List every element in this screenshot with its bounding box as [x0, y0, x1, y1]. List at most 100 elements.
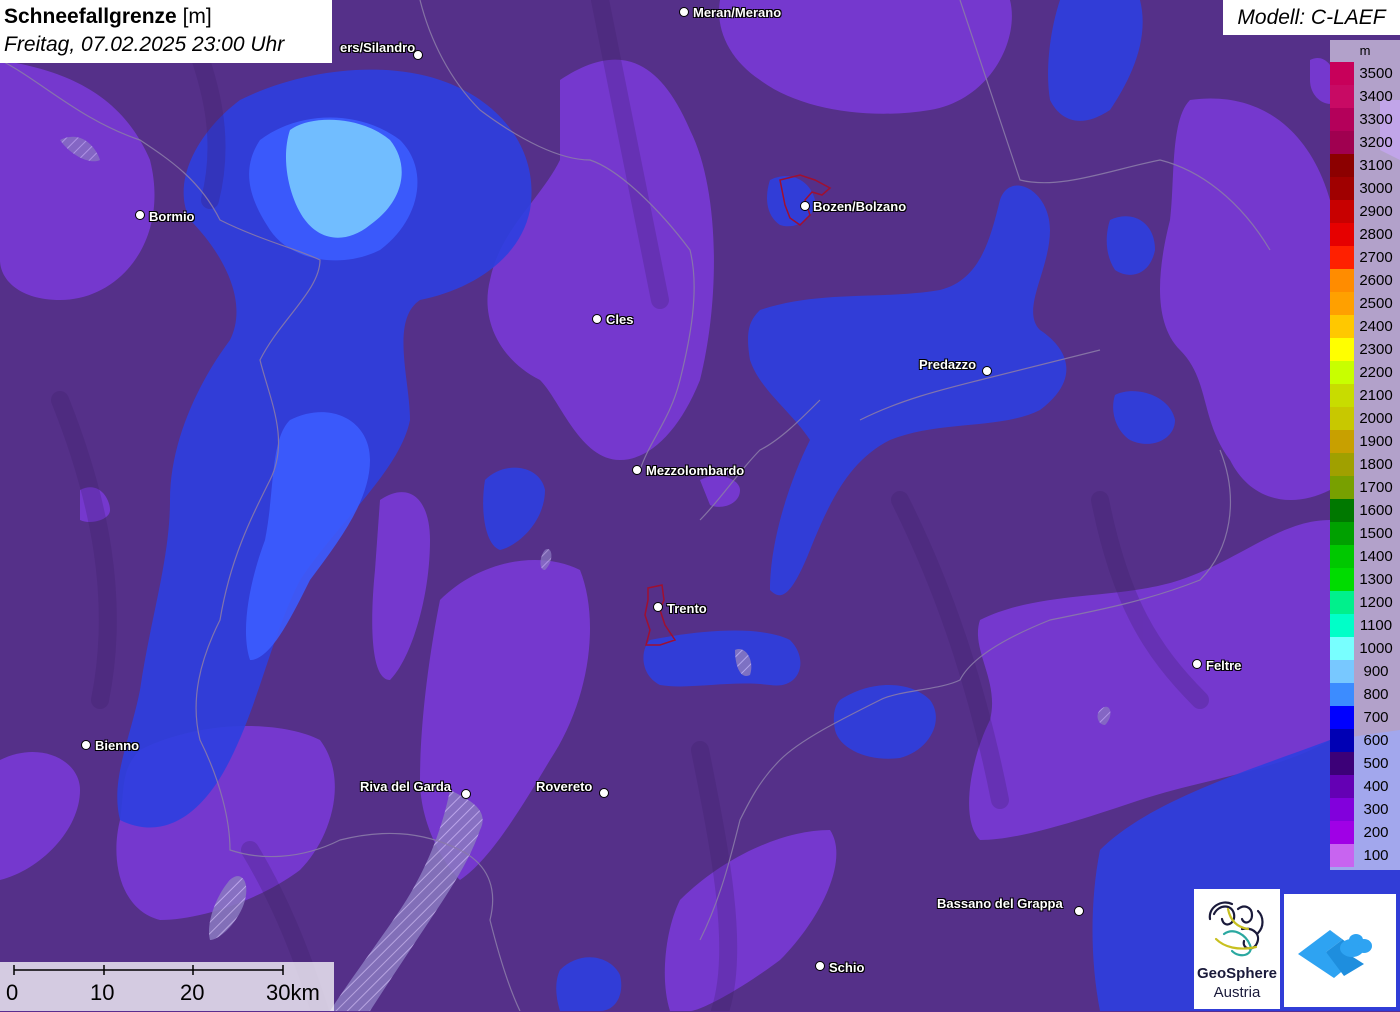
legend-entry-2100: 2100: [1330, 384, 1400, 407]
legend-entry-600: 600: [1330, 729, 1400, 752]
legend-label: 1200: [1359, 594, 1393, 611]
legend-entry-2900: 2900: [1330, 200, 1400, 223]
city-label-bassano-del-grappa: Bassano del Grappa: [937, 896, 1063, 911]
legend-swatch: [1330, 752, 1354, 775]
legend-swatch: [1330, 384, 1354, 407]
parameter-name: Schneefallgrenze: [4, 5, 177, 28]
legend-label: 1000: [1359, 640, 1393, 657]
legend-swatch: [1330, 361, 1354, 384]
legend-unit: m: [1359, 43, 1371, 58]
legend-entry-3000: 3000: [1330, 177, 1400, 200]
legend-label: 1500: [1359, 525, 1393, 542]
legend-swatch: [1330, 568, 1354, 591]
legend-entry-3300: 3300: [1330, 108, 1400, 131]
legend-label: 2700: [1359, 249, 1393, 266]
legend-label: 800: [1363, 686, 1389, 703]
city-label-feltre: Feltre: [1206, 658, 1242, 673]
city-label-ers-silandro: ers/Silandro: [340, 40, 416, 55]
scale-bar-line: [13, 965, 284, 975]
legend-label: 2200: [1359, 364, 1393, 381]
legend-entry-1600: 1600: [1330, 499, 1400, 522]
city-dot-bienno: [81, 740, 91, 750]
scale-label-10: 10: [90, 980, 115, 1005]
legend-swatch: [1330, 177, 1354, 200]
geosphere-logo[interactable]: GeoSphere Austria: [1194, 889, 1280, 1009]
legend-swatch: [1330, 292, 1354, 315]
legend-swatch: [1330, 62, 1354, 85]
legend-swatch: [1330, 683, 1354, 706]
legend-entry-2600: 2600: [1330, 269, 1400, 292]
legend-swatch: [1330, 154, 1354, 177]
legend-swatch: [1330, 499, 1354, 522]
legend-label: 200: [1363, 824, 1389, 841]
legend-swatch: [1330, 269, 1354, 292]
city-dot-feltre: [1192, 659, 1202, 669]
parameter-unit: [m]: [182, 5, 212, 28]
city-dot-predazzo: [982, 366, 992, 376]
legend-entry-1800: 1800: [1330, 453, 1400, 476]
weather-app-icon: [1298, 930, 1372, 978]
weather-app-logo[interactable]: [1284, 894, 1396, 1007]
legend-swatch: [1330, 614, 1354, 637]
forecast-datetime: Freitag, 07.02.2025 23:00 Uhr: [4, 33, 285, 56]
map-title: Schneefallgrenze [m]: [4, 3, 328, 31]
legend-label: 3200: [1359, 134, 1393, 151]
city-label-bormio: Bormio: [149, 209, 195, 224]
city-dot-mezzolombardo: [632, 465, 642, 475]
geosphere-name: GeoSphere: [1196, 965, 1278, 982]
legend-entry-1200: 1200: [1330, 591, 1400, 614]
legend-entry-1100: 1100: [1330, 614, 1400, 637]
legend-entry-100: 100: [1330, 844, 1400, 867]
city-label-trento: Trento: [667, 601, 707, 616]
city-dot-riva-del-garda: [461, 789, 471, 799]
legend-entry-700: 700: [1330, 706, 1400, 729]
city-dot-meran-merano: [679, 7, 689, 17]
legend-label: 3300: [1359, 111, 1393, 128]
legend-entry-3500: 3500: [1330, 62, 1400, 85]
geosphere-logo-icon: [1208, 901, 1264, 957]
legend-label: 1800: [1359, 456, 1393, 473]
legend-entry-500: 500: [1330, 752, 1400, 775]
city-label-mezzolombardo: Mezzolombardo: [646, 463, 745, 478]
scale-label-30km: 30km: [266, 980, 320, 1005]
city-dot-bormio: [135, 210, 145, 220]
legend-label: 1100: [1359, 617, 1393, 634]
legend-swatch: [1330, 821, 1354, 844]
legend-swatch: [1330, 315, 1354, 338]
city-label-predazzo: Predazzo: [919, 357, 977, 372]
map-canvas[interactable]: [0, 0, 1400, 1011]
legend-swatch: [1330, 453, 1354, 476]
legend-entry-1400: 1400: [1330, 545, 1400, 568]
legend-swatch: [1330, 591, 1354, 614]
city-dot-cles: [592, 314, 602, 324]
map-title-panel: Schneefallgrenze [m] Freitag, 07.02.2025…: [0, 0, 332, 63]
legend-swatch: [1330, 637, 1354, 660]
legend-label: 600: [1363, 732, 1389, 749]
legend-swatch: [1330, 729, 1354, 752]
city-dot-bozen-bolzano: [800, 201, 810, 211]
legend-entry-3200: 3200: [1330, 131, 1400, 154]
legend-swatch: [1330, 706, 1354, 729]
legend-swatch: [1330, 775, 1354, 798]
legend-label: 1900: [1359, 433, 1393, 450]
scale-label-20: 20: [180, 980, 205, 1005]
legend-swatch: [1330, 407, 1354, 430]
model-label: Modell: C-LAEF: [1223, 0, 1400, 35]
legend-swatch: [1330, 131, 1354, 154]
legend-label: 2500: [1359, 295, 1393, 312]
legend-entry-300: 300: [1330, 798, 1400, 821]
legend-label: 2900: [1359, 203, 1393, 220]
legend-entry-3400: 3400: [1330, 85, 1400, 108]
legend-label: 3100: [1359, 157, 1393, 174]
legend-entry-3100: 3100: [1330, 154, 1400, 177]
legend-label: 700: [1363, 709, 1389, 726]
color-legend: m 3500 3400 3300 3200 3100 3000 2900 2800 2700 26…: [1330, 40, 1400, 870]
legend-label: 2100: [1359, 387, 1393, 404]
city-label-cles: Cles: [606, 312, 634, 327]
legend-entry-2400: 2400: [1330, 315, 1400, 338]
legend-swatch: [1330, 200, 1354, 223]
legend-label: 500: [1363, 755, 1389, 772]
legend-entry-1500: 1500: [1330, 522, 1400, 545]
legend-label: 2600: [1359, 272, 1393, 289]
legend-entry-2700: 2700: [1330, 246, 1400, 269]
